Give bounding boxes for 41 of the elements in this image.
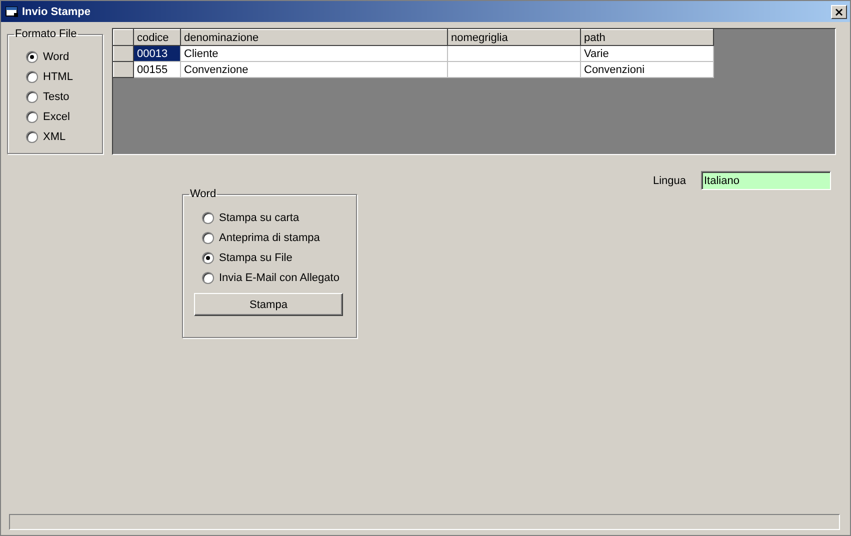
language-field[interactable]: Italiano [701,171,831,190]
column-header[interactable]: path [580,30,714,46]
row-selector[interactable] [114,62,134,78]
frame-title: Word [189,188,218,200]
column-header[interactable]: codice [134,30,180,46]
radio-button[interactable] [26,130,38,142]
table-cell[interactable]: Convenzioni [580,62,714,78]
table-cell[interactable] [448,46,580,62]
row-selector[interactable] [114,46,134,62]
print-button[interactable]: Stampa [194,293,343,316]
radio-label[interactable]: Word [43,50,70,62]
table-cell[interactable]: Cliente [180,46,448,62]
frame-title: Formato File [14,28,78,40]
radio-label[interactable]: Invia E-Mail con Allegato [219,272,340,284]
close-button[interactable]: × [831,4,847,18]
table-cell[interactable] [448,62,580,78]
grid-corner [114,30,134,46]
field-label: Lingua [652,174,686,186]
column-header[interactable]: denominazione [180,30,448,46]
table-cell[interactable]: 00155 [134,62,180,78]
table-cell[interactable]: Convenzione [180,62,448,78]
radio-button[interactable] [26,90,38,102]
radio-button[interactable] [26,70,38,82]
radio-label[interactable]: Excel [43,110,70,122]
radio-button[interactable] [202,272,214,284]
window-icon [5,6,19,18]
table-cell[interactable]: Varie [580,46,714,62]
window-title: Invio Stampe [22,6,92,18]
column-header[interactable]: nomegriglia [448,30,580,46]
radio-button[interactable] [202,232,214,244]
radio-label[interactable]: HTML [43,70,73,82]
radio-button[interactable] [202,212,214,224]
radio-label[interactable]: Anteprima di stampa [219,232,320,244]
radio-label[interactable]: XML [43,130,66,142]
radio-label[interactable]: Testo [43,90,70,102]
radio-button[interactable] [202,252,214,264]
radio-button[interactable] [26,110,38,122]
radio-button[interactable] [26,50,38,62]
table-cell[interactable]: 00013 [134,46,180,62]
radio-label[interactable]: Stampa su carta [219,212,300,224]
radio-label[interactable]: Stampa su File [219,252,292,264]
